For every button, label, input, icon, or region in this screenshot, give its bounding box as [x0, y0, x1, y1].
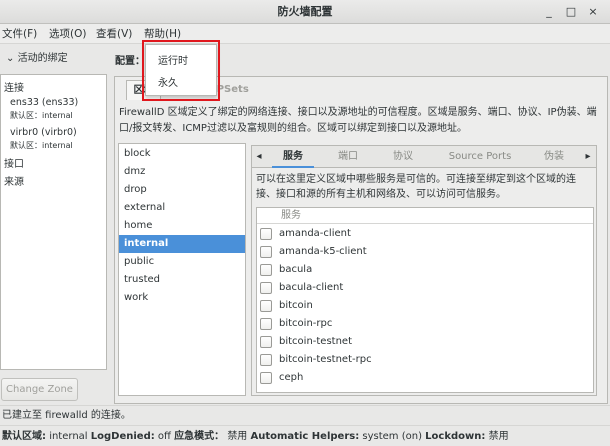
service-checkbox[interactable] — [260, 282, 272, 294]
zone-item[interactable]: external — [119, 199, 245, 217]
menu-options[interactable]: 选项(O) — [49, 24, 86, 44]
service-checkbox[interactable] — [260, 228, 272, 240]
window-title: 防火墙配置 — [277, 5, 333, 18]
service-row[interactable]: bitcoin-rpc — [257, 315, 593, 333]
helpers-value: system (on) — [362, 431, 422, 442]
service-checkbox[interactable] — [260, 318, 272, 330]
zone-item-selected[interactable]: internal — [119, 235, 245, 253]
zone-item[interactable]: block — [119, 145, 245, 163]
service-checkbox[interactable] — [260, 354, 272, 366]
sources-heading: 来源 — [4, 177, 24, 188]
menu-view[interactable]: 查看(V) — [96, 24, 132, 44]
services-description: 可以在这里定义区域中哪些服务是可信的。可连接至绑定到这个区域的连接、接口和源的所… — [256, 174, 576, 200]
service-row[interactable]: amanda-client — [257, 225, 593, 243]
status-bar: 默认区域: internal LogDenied: off 应急模式： 禁用 A… — [0, 425, 610, 446]
logdenied-label: LogDenied: — [90, 431, 155, 442]
tab-source-ports[interactable]: Source Ports — [443, 146, 517, 168]
service-row[interactable]: bitcoin — [257, 297, 593, 315]
panic-mode-value: 禁用 — [227, 431, 248, 442]
service-name: bacula-client — [279, 282, 344, 293]
service-name: bitcoin-testnet-rpc — [279, 354, 372, 365]
service-row[interactable]: ceph — [257, 369, 593, 387]
tab-ports[interactable]: 端口 — [327, 146, 369, 168]
maximize-button[interactable]: □ — [562, 3, 580, 21]
status-message: 已建立至 firewalld 的连接。 — [0, 405, 610, 424]
service-row[interactable]: bacula-client — [257, 279, 593, 297]
service-checkbox[interactable] — [260, 246, 272, 258]
panic-mode-label: 应急模式： — [174, 431, 225, 442]
service-name: amanda-client — [279, 228, 351, 239]
tabs-scroll-left-icon[interactable]: ◂ — [253, 146, 265, 168]
service-name: bitcoin-testnet — [279, 336, 353, 347]
service-checkbox[interactable] — [260, 264, 272, 276]
helpers-label: Automatic Helpers: — [250, 431, 360, 442]
active-bindings-header[interactable]: ⌄ 活动的绑定 — [6, 50, 106, 68]
service-name: bitcoin-rpc — [279, 318, 333, 329]
menubar — [0, 24, 610, 44]
tab-protocols[interactable]: 协议 — [382, 146, 424, 168]
default-zone-value: internal — [49, 431, 88, 442]
zone-list[interactable]: block dmz drop external home internal pu… — [118, 143, 246, 396]
zone-item[interactable]: dmz — [119, 163, 245, 181]
tabs-scroll-right-icon[interactable]: ▸ — [582, 146, 594, 168]
service-name: ceph — [279, 372, 304, 383]
zone-item[interactable]: drop — [119, 181, 245, 199]
change-zone-button[interactable]: Change Zone — [1, 378, 78, 401]
service-row[interactable]: amanda-k5-client — [257, 243, 593, 261]
service-checkbox[interactable] — [260, 300, 272, 312]
service-row[interactable]: bacula — [257, 261, 593, 279]
connection-zone: 默认区：internal — [10, 111, 73, 120]
interfaces-heading: 接口 — [4, 159, 24, 170]
chevron-down-icon: ⌄ — [6, 53, 15, 64]
service-checkbox[interactable] — [260, 336, 272, 348]
zone-item[interactable]: work — [119, 289, 245, 307]
zones-description: FirewallD 区域定义了绑定的网络连接、接口以及源地址的可信程度。区域是服… — [119, 107, 597, 134]
close-button[interactable]: × — [584, 3, 602, 21]
service-name: amanda-k5-client — [279, 246, 367, 257]
highlight-outline — [142, 40, 220, 101]
connection-zone: 默认区：internal — [10, 141, 73, 150]
config-label: 配置： — [115, 56, 145, 67]
lockdown-label: Lockdown: — [425, 431, 486, 442]
connections-heading: 连接 — [4, 83, 24, 94]
menu-file[interactable]: 文件(F) — [2, 24, 37, 44]
minimize-button[interactable]: _ — [540, 3, 558, 21]
default-zone-label: 默认区域: — [2, 431, 46, 442]
service-name: bitcoin — [279, 300, 313, 311]
active-bindings-label: 活动的绑定 — [17, 53, 68, 64]
tab-services[interactable]: 服务 — [272, 146, 314, 168]
service-checkbox[interactable] — [260, 372, 272, 384]
tab-masquerade[interactable]: 伪装 — [533, 146, 575, 168]
service-row[interactable]: bitcoin-testnet-rpc — [257, 351, 593, 369]
connection-name[interactable]: virbr0 (virbr0) — [10, 127, 77, 138]
zone-item[interactable]: trusted — [119, 271, 245, 289]
lockdown-value: 禁用 — [488, 431, 509, 442]
services-column-header — [257, 208, 593, 224]
connection-name[interactable]: ens33 (ens33) — [10, 97, 78, 108]
zone-item[interactable]: home — [119, 217, 245, 235]
services-column-label: 服务 — [281, 210, 301, 221]
zone-item[interactable]: public — [119, 253, 245, 271]
service-name: bacula — [279, 264, 313, 275]
service-row[interactable]: bitcoin-testnet — [257, 333, 593, 351]
logdenied-value: off — [157, 431, 171, 442]
